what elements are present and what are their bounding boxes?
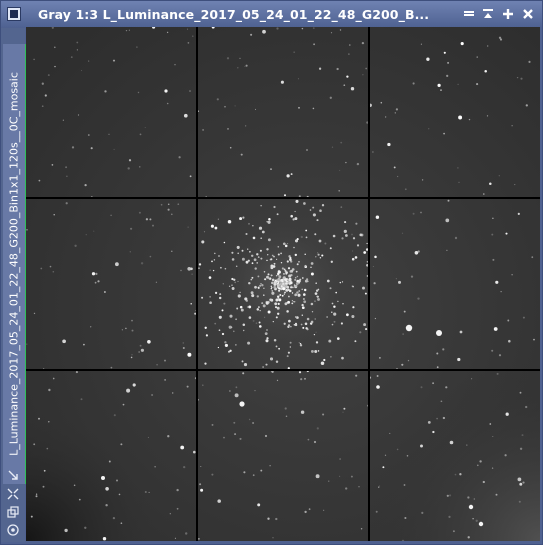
image-identifier-label: L_Luminance_2017_05_24_01_22_48_G200_Bin… <box>7 72 21 456</box>
star-field-image <box>26 27 540 541</box>
minimize-icon[interactable] <box>479 5 497 23</box>
image-window[interactable]: Gray 1:3 L_Luminance_2017_05_24_01_22_48… <box>0 0 543 545</box>
image-identifier-tab[interactable]: L_Luminance_2017_05_24_01_22_48_G200_Bin… <box>3 44 27 484</box>
image-sidebar: L_Luminance_2017_05_24_01_22_48_G200_Bin… <box>1 28 27 542</box>
clone-icon[interactable] <box>6 505 20 519</box>
fit-view-icon[interactable] <box>6 468 20 482</box>
close-icon[interactable] <box>519 5 537 23</box>
title-bar[interactable]: Gray 1:3 L_Luminance_2017_05_24_01_22_48… <box>1 1 542 27</box>
zoom-fit-icon[interactable] <box>6 487 20 501</box>
stf-icon[interactable] <box>6 523 20 537</box>
image-viewport[interactable] <box>26 27 540 541</box>
shade-icon[interactable] <box>460 5 478 23</box>
pixinsight-image-icon <box>7 7 21 21</box>
window-title: Gray 1:3 L_Luminance_2017_05_24_01_22_48… <box>38 7 430 22</box>
maximize-icon[interactable] <box>499 5 517 23</box>
